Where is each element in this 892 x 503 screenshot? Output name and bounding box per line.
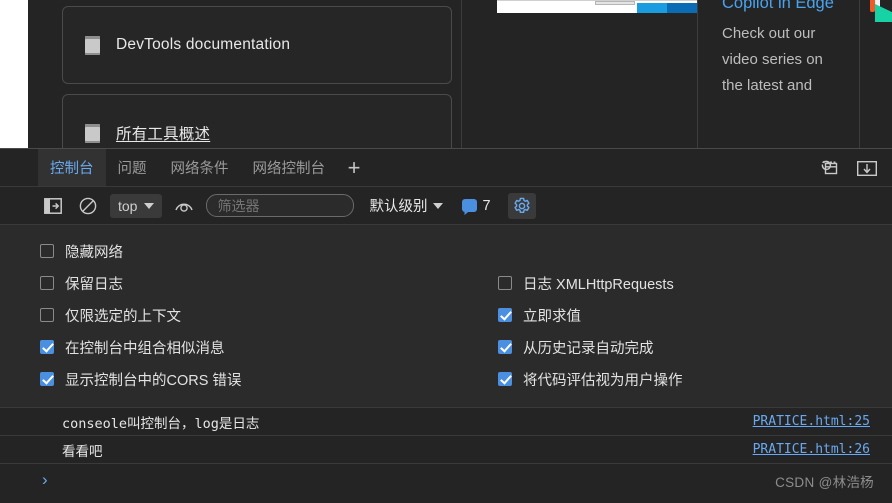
doc-card-label: 所有工具概述 — [116, 126, 211, 143]
setting-preserve-log[interactable]: 保留日志 — [40, 267, 455, 299]
checkbox[interactable] — [498, 276, 512, 290]
filter-input[interactable] — [206, 194, 355, 217]
setting-label: 将代码评估视为用户操作 — [523, 372, 683, 389]
tab-issues[interactable]: 问题 — [106, 149, 159, 186]
screenshot-root: DevTools documentation 所有工具概述 Copilot in… — [0, 0, 892, 503]
promo-title[interactable]: Copilot in Edge — [722, 0, 834, 15]
setting-evaluate-as-user-action[interactable]: 将代码评估视为用户操作 — [498, 363, 683, 395]
prompt-chevron-icon: › — [42, 469, 48, 489]
setting-label: 立即求值 — [523, 308, 581, 325]
setting-label: 日志 XMLHttpRequests — [523, 276, 674, 293]
checkbox[interactable] — [498, 340, 512, 354]
column-divider-right — [859, 0, 860, 148]
console-message-text: conseole叫控制台，log是日志 — [62, 415, 260, 432]
setting-autocomplete-from-history[interactable]: 从历史记录自动完成 — [498, 331, 683, 363]
chevron-down-icon — [144, 202, 155, 209]
thumbnail-bar-dark — [667, 3, 697, 13]
column-divider — [697, 0, 698, 148]
docs-column: DevTools documentation 所有工具概述 — [28, 0, 462, 148]
setting-log-xmlhttprequests[interactable]: 日志 XMLHttpRequests — [498, 267, 683, 299]
console-message-row[interactable]: 看看吧 PRATICE.html:26 — [0, 436, 892, 464]
console-prompt[interactable]: › — [0, 464, 892, 494]
checkbox[interactable] — [498, 308, 512, 322]
devtools-tabbar: 控制台 问题 网络条件 网络控制台 + — [0, 149, 892, 187]
setting-hide-network[interactable]: 隐藏网络 — [40, 235, 455, 267]
promo-media-thumbnail — [497, 0, 697, 13]
console-message-row[interactable]: conseole叫控制台，log是日志 PRATICE.html:25 — [0, 408, 892, 436]
checkbox[interactable] — [40, 244, 54, 258]
promo-card[interactable]: Copilot in Edge Check out our video seri… — [722, 0, 834, 99]
tab-label: 问题 — [117, 161, 147, 177]
message-count[interactable]: 7 — [462, 197, 491, 214]
tab-console[interactable]: 控制台 — [38, 149, 106, 186]
clear-console-icon[interactable] — [75, 194, 101, 218]
setting-label: 在控制台中组合相似消息 — [65, 340, 225, 357]
thumbnail-bar-light — [637, 3, 667, 13]
setting-eager-evaluation[interactable]: 立即求值 — [498, 299, 683, 331]
log-level-selector[interactable]: 默认级别 — [369, 195, 444, 216]
console-message-source-link[interactable]: PRATICE.html:25 — [753, 414, 870, 429]
setting-selected-context-only[interactable]: 仅限选定的上下文 — [40, 299, 455, 331]
setting-label: 保留日志 — [65, 276, 123, 293]
execution-context-selector[interactable]: top — [110, 193, 163, 218]
setting-label: 仅限选定的上下文 — [65, 308, 181, 325]
console-message-text: 看看吧 — [62, 443, 103, 460]
log-level-value: 默认级别 — [369, 199, 428, 215]
edge-logo-icon — [866, 0, 892, 22]
eye-icon[interactable] — [171, 194, 197, 218]
tab-network-conditions[interactable]: 网络条件 — [159, 149, 241, 186]
book-icon — [85, 35, 100, 55]
message-bubble-icon — [462, 199, 478, 212]
dock-side-icon[interactable] — [812, 155, 842, 181]
console-sidebar-icon[interactable] — [40, 194, 66, 218]
tab-label: 网络控制台 — [252, 161, 326, 177]
checkbox[interactable] — [498, 372, 512, 386]
execution-context-value: top — [118, 197, 138, 214]
gear-icon[interactable] — [507, 192, 536, 219]
checkbox[interactable] — [40, 372, 54, 386]
settings-column-right: 日志 XMLHttpRequests 立即求值 从历史记录自动完成 将代码评估视… — [455, 235, 683, 395]
setting-label: 显示控制台中的CORS 错误 — [65, 372, 242, 389]
checkbox[interactable] — [40, 276, 54, 290]
console-message-source-link[interactable]: PRATICE.html:26 — [753, 442, 870, 457]
customize-devtools-icon[interactable] — [852, 155, 882, 181]
book-icon — [85, 123, 100, 143]
promo-body: Check out our video series on the latest… — [722, 25, 823, 94]
setting-group-similar[interactable]: 在控制台中组合相似消息 — [40, 331, 455, 363]
devtools-panel: 控制台 问题 网络条件 网络控制台 + top 筛选器 默认级别 7 隐藏网络 … — [0, 148, 892, 503]
message-count-value: 7 — [482, 197, 491, 214]
checkbox[interactable] — [40, 308, 54, 322]
checkbox[interactable] — [40, 340, 54, 354]
tabbar-actions — [812, 149, 886, 187]
thumbnail-sheet — [595, 1, 635, 5]
console-settings-pane: 隐藏网络 保留日志 仅限选定的上下文 在控制台中组合相似消息 显示控制台中的CO… — [0, 225, 892, 408]
setting-label: 从历史记录自动完成 — [523, 340, 654, 357]
settings-column-left: 隐藏网络 保留日志 仅限选定的上下文 在控制台中组合相似消息 显示控制台中的CO… — [0, 235, 455, 395]
watermark: CSDN @林浩杨 — [775, 475, 874, 490]
doc-card-label: DevTools documentation — [116, 36, 291, 53]
browser-page-region: DevTools documentation 所有工具概述 Copilot in… — [0, 0, 892, 148]
add-tab-button[interactable]: + — [337, 149, 371, 186]
tab-network-console[interactable]: 网络控制台 — [241, 149, 338, 186]
doc-card-all-tools-overview[interactable]: 所有工具概述 — [62, 94, 452, 148]
tab-label: 网络条件 — [170, 161, 229, 177]
setting-label: 隐藏网络 — [65, 244, 123, 261]
tab-label: 控制台 — [50, 161, 94, 177]
chevron-down-icon — [433, 202, 444, 209]
setting-show-cors-errors[interactable]: 显示控制台中的CORS 错误 — [40, 363, 455, 395]
console-output: conseole叫控制台，log是日志 PRATICE.html:25 看看吧 … — [0, 408, 892, 494]
console-toolbar: top 默认级别 7 — [0, 187, 892, 225]
doc-card-devtools-documentation[interactable]: DevTools documentation — [62, 6, 452, 84]
